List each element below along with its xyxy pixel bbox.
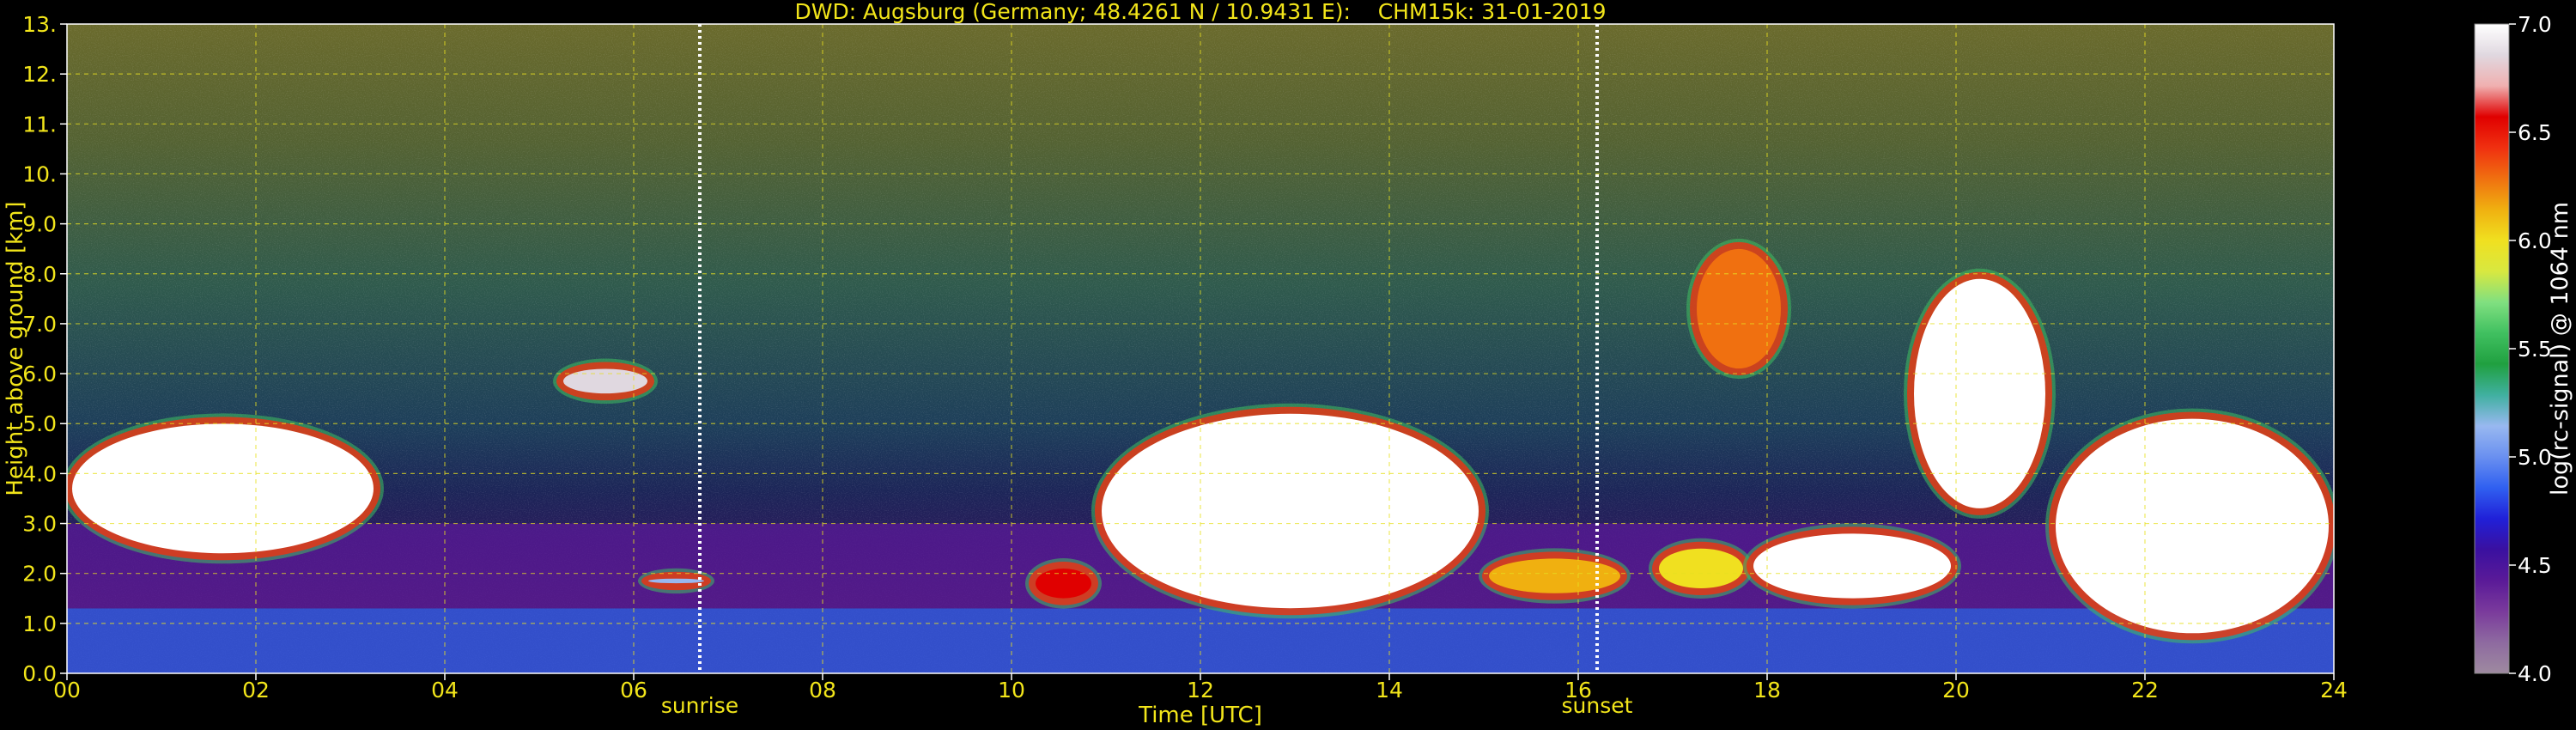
x-tick-label: 02 (242, 678, 270, 703)
cloud-core (1659, 548, 1743, 588)
chart-title: DWD: Augsburg (Germany; 48.4261 N / 10.9… (794, 0, 1606, 24)
x-tick-label: 20 (1942, 678, 1970, 703)
x-tick-label: 16 (1564, 678, 1592, 703)
cloud-core (2056, 418, 2329, 634)
x-tick-label: 04 (431, 678, 459, 703)
x-tick-label: 10 (998, 678, 1025, 703)
cloud-core (648, 578, 704, 584)
y-axis-ticks: 0.01.02.03.04.05.06.07.08.09.010.11.12.1… (22, 12, 67, 686)
y-tick-label: 2.0 (22, 562, 57, 587)
x-tick-label: 06 (620, 678, 647, 703)
x-axis-ticks: 00 02 04 06 08 10 12 14 16 18 20 22 24 (53, 673, 2348, 703)
cloud-core (1753, 533, 1951, 599)
x-tick-label: 24 (2320, 678, 2348, 703)
cloud-core (1102, 413, 1479, 609)
y-tick-label: 11. (22, 112, 57, 137)
cloud-core (72, 423, 374, 554)
y-tick-label: 10. (22, 161, 57, 186)
colorbar-label: log(rc-signal) @ 1064 nm (2547, 202, 2573, 496)
ceilometer-chart: sunrise sunset 00 02 04 06 08 10 12 14 16 18 20 22 24… (3, 0, 2573, 728)
colorbar-tick-label: 6.5 (2518, 120, 2552, 145)
y-tick-label: 0.0 (22, 661, 57, 686)
cloud-core (1489, 558, 1620, 593)
x-tick-label: 14 (1376, 678, 1403, 703)
cloud-core (563, 368, 647, 394)
cloud-core (1697, 248, 1781, 369)
x-tick-label: 18 (1753, 678, 1781, 703)
colorbar-tick-label: 4.0 (2518, 661, 2552, 686)
colorbar (2474, 23, 2510, 674)
x-tick-label: 22 (2131, 678, 2159, 703)
y-tick-label: 1.0 (22, 611, 57, 636)
sunrise-label: sunrise (661, 693, 738, 718)
y-axis-label: Height above ground [km] (3, 201, 28, 496)
colorbar-tick-label: 7.0 (2518, 12, 2552, 37)
y-tick-label: 3.0 (22, 512, 57, 537)
x-tick-label: 12 (1187, 678, 1214, 703)
colorbar-ticks: 4.04.55.05.56.06.57.0 (2509, 12, 2552, 686)
x-tick-label: 00 (53, 678, 81, 703)
x-axis-label: Time [UTC] (1138, 703, 1262, 728)
x-tick-label: 08 (809, 678, 836, 703)
y-tick-label: 12. (22, 62, 57, 87)
y-tick-label: 13. (22, 12, 57, 37)
colorbar-tick-label: 4.5 (2518, 553, 2552, 578)
